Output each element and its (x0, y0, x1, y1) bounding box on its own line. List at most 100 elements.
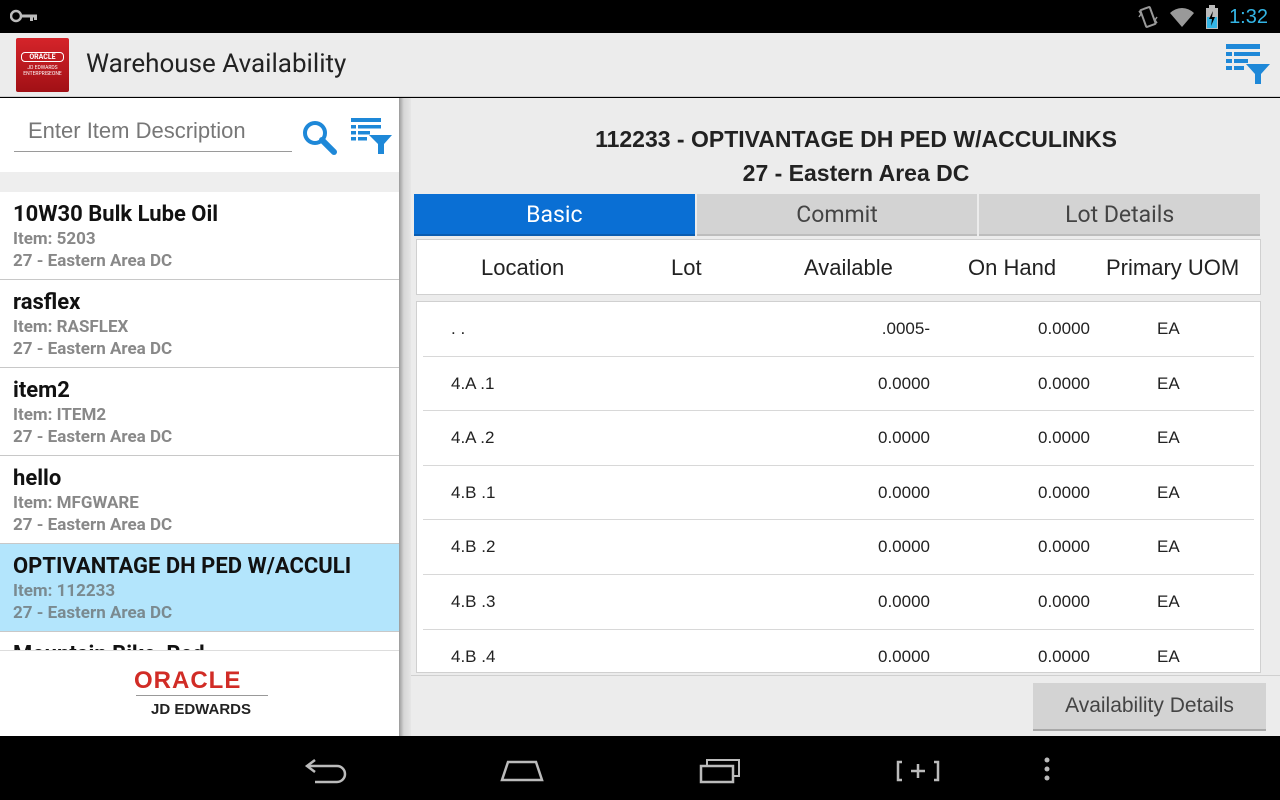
availability-details-button[interactable]: Availability Details (1033, 683, 1266, 731)
cell-uom: EA (1157, 319, 1180, 338)
detail-branch-title: 27 - Eastern Area DC (742, 160, 970, 186)
cell-uom: EA (1157, 537, 1180, 557)
wifi-icon (1170, 8, 1195, 27)
clock: 1:32 (1229, 5, 1268, 28)
list-item[interactable]: 10W30 Bulk Lube Oil Item: 5203 27 - East… (0, 192, 399, 280)
column-primary-uom: Primary UOM (1106, 255, 1240, 280)
cell-uom: EA (1157, 646, 1180, 666)
item-number: Item: ITEM2 (13, 405, 107, 425)
filter-icon[interactable] (350, 116, 394, 156)
cell-on-hand: 0.0000 (1038, 646, 1090, 666)
cell-location: . . (451, 319, 466, 338)
list-separator (0, 172, 399, 192)
cell-location: 4.A .1 (451, 373, 495, 393)
status-bar: 1:32 (0, 0, 1280, 33)
column-available: Available (804, 255, 893, 280)
cell-uom: EA (1157, 428, 1180, 448)
cell-location: 4.B .3 (451, 591, 496, 611)
table-header: Location Lot Available On Hand Primary U… (416, 239, 1261, 295)
table-row[interactable]: 4.B .2 0.0000 0.0000 EA (423, 520, 1254, 575)
item-name: 10W30 Bulk Lube Oil (13, 202, 219, 227)
jde-wordmark: JD EDWARDS (151, 701, 252, 718)
cell-available: .0005- (881, 319, 930, 338)
cell-on-hand: 0.0000 (1038, 591, 1090, 611)
oracle-jde-logo: ORACLE JD EDWARDS (0, 650, 399, 736)
home-icon[interactable] (498, 754, 546, 784)
detail-item-title: 112233 - OPTIVANTAGE DH PED W/ACCULINKS (595, 126, 1117, 152)
item-number: Item: RASFLEX (13, 317, 129, 337)
table-row[interactable]: 4.B .4 0.0000 0.0000 EA (423, 630, 1254, 672)
item-name: item2 (13, 378, 70, 403)
key-icon (10, 9, 37, 23)
screenshot-icon[interactable] (894, 754, 942, 784)
action-bar: ORACLE JD EDWARDS ENTERPRISEONE Warehous… (0, 33, 1280, 97)
system-nav-bar (0, 736, 1280, 800)
table-row[interactable]: 4.A .1 0.0000 0.0000 EA (423, 357, 1254, 412)
detail-footer: Availability Details (411, 675, 1280, 736)
cell-location: 4.B .1 (451, 482, 496, 502)
table-row[interactable]: 4.B .3 0.0000 0.0000 EA (423, 575, 1254, 630)
vibrate-icon (1138, 6, 1158, 28)
item-list-pane: 10W30 Bulk Lube Oil Item: 5203 27 - East… (0, 98, 399, 736)
cell-available: 0.0000 (878, 428, 930, 448)
search-input[interactable] (14, 114, 292, 148)
item-branch: 27 - Eastern Area DC (13, 251, 173, 271)
search-field[interactable] (14, 114, 292, 152)
battery-icon (1206, 5, 1219, 29)
oracle-wordmark: ORACLE (134, 667, 242, 694)
recents-icon[interactable] (697, 754, 745, 784)
cell-on-hand: 0.0000 (1038, 482, 1090, 502)
item-name: OPTIVANTAGE DH PED W/ACCULI (13, 554, 352, 579)
availability-table[interactable]: . . .0005- 0.0000 EA 4.A .1 0.0000 0.000… (416, 301, 1261, 673)
item-number: Item: 5203 (13, 229, 96, 249)
app-logo[interactable]: ORACLE JD EDWARDS ENTERPRISEONE (16, 38, 69, 92)
detail-tabs: Basic Commit Lot Details (414, 194, 1261, 236)
cell-on-hand: 0.0000 (1038, 537, 1090, 557)
cell-available: 0.0000 (878, 591, 930, 611)
item-branch: 27 - Eastern Area DC (13, 515, 173, 535)
cell-location: 4.B .2 (451, 537, 496, 557)
item-number: Item: 112233 (13, 581, 116, 601)
search-bar (0, 98, 399, 193)
cell-available: 0.0000 (878, 373, 930, 393)
filter-icon[interactable] (1224, 40, 1272, 88)
tab-basic[interactable]: Basic (414, 194, 695, 236)
item-branch: 27 - Eastern Area DC (13, 339, 173, 359)
cell-location: 4.B .4 (451, 646, 496, 666)
list-item[interactable]: rasflex Item: RASFLEX 27 - Eastern Area … (0, 280, 399, 368)
item-branch: 27 - Eastern Area DC (13, 427, 173, 447)
column-location: Location (481, 255, 565, 280)
logo-divider (136, 695, 268, 696)
cell-uom: EA (1157, 591, 1180, 611)
cell-on-hand: 0.0000 (1038, 373, 1090, 393)
cell-available: 0.0000 (878, 482, 930, 502)
table-row[interactable]: 4.B .1 0.0000 0.0000 EA (423, 466, 1254, 521)
item-name: hello (13, 466, 62, 491)
table-row[interactable]: 4.A .2 0.0000 0.0000 EA (423, 411, 1254, 466)
item-name: rasflex (13, 290, 81, 315)
column-on-hand: On Hand (968, 255, 1057, 280)
tab-lot-details[interactable]: Lot Details (979, 194, 1261, 236)
list-item[interactable]: item2 Item: ITEM2 27 - Eastern Area DC (0, 368, 399, 456)
app-title: Warehouse Availability (86, 49, 347, 79)
list-item[interactable]: hello Item: MFGWARE 27 - Eastern Area DC (0, 456, 399, 544)
cell-uom: EA (1157, 482, 1180, 502)
search-icon[interactable] (300, 118, 338, 156)
cell-uom: EA (1157, 373, 1180, 393)
tab-commit[interactable]: Commit (696, 194, 978, 236)
back-icon[interactable] (301, 754, 349, 784)
cell-on-hand: 0.0000 (1038, 428, 1090, 448)
detail-pane: 112233 - OPTIVANTAGE DH PED W/ACCULINKS … (411, 98, 1280, 736)
item-list: 10W30 Bulk Lube Oil Item: 5203 27 - East… (0, 192, 399, 650)
cell-on-hand: 0.0000 (1038, 319, 1090, 338)
list-item[interactable]: Mountain Bike, Red (0, 632, 399, 650)
menu-icon[interactable] (1023, 754, 1071, 784)
item-number: Item: MFGWARE (13, 493, 139, 513)
cell-location: 4.A .2 (451, 428, 495, 448)
table-row[interactable]: . . .0005- 0.0000 EA (423, 302, 1254, 357)
pane-divider[interactable] (399, 98, 411, 736)
item-branch: 27 - Eastern Area DC (13, 603, 173, 623)
app-logo-subtitle: JD EDWARDS ENTERPRISEONE (23, 65, 62, 77)
item-name: Mountain Bike, Red (13, 642, 385, 650)
list-item-selected[interactable]: OPTIVANTAGE DH PED W/ACCULI Item: 112233… (0, 544, 399, 632)
